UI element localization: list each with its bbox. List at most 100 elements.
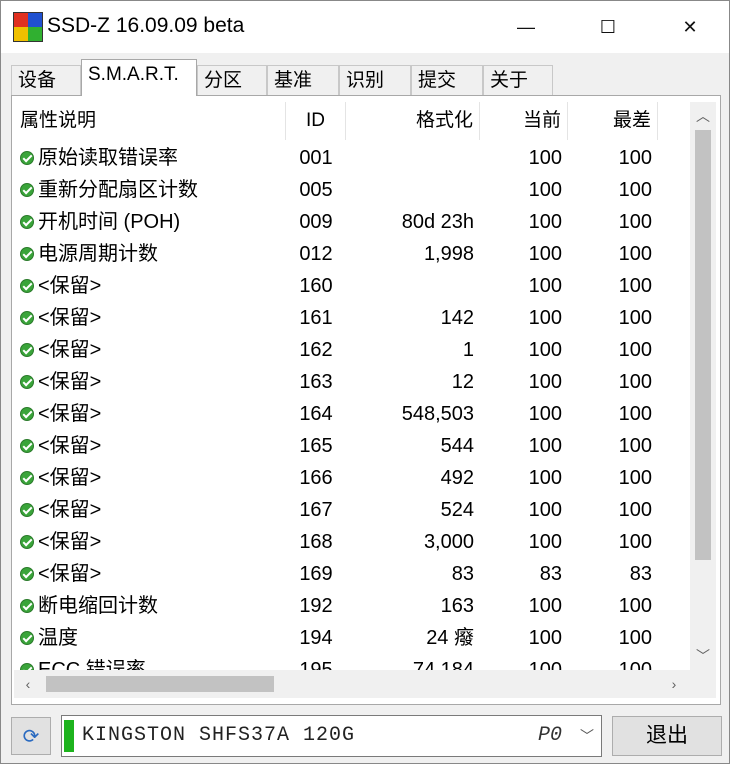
attribute-formatted-cell: 80d 23h [401,211,474,233]
attribute-current-cell: 100 [528,307,562,329]
attribute-name-cell: <保留> [38,307,102,329]
attribute-id-cell: 192 [299,595,333,617]
table-row[interactable]: <保留> 164 548,503 100 100 [14,398,689,430]
horizontal-scrollbar[interactable]: ‹ › [14,670,690,698]
attribute-name-cell: <保留> [38,403,102,425]
close-button[interactable]: ✕ [661,1,719,53]
tab-about[interactable]: 关于 [483,65,553,95]
vertical-scrollbar[interactable]: ︿ ﹀ [690,102,716,670]
attribute-worst-cell: 100 [618,499,652,521]
column-header-formatted[interactable]: 格式化 [346,102,480,140]
table-row[interactable]: <保留> 167 524 100 100 [14,494,689,526]
attribute-worst-cell: 100 [618,371,652,393]
status-ok-icon [20,471,34,485]
attribute-id-cell: 009 [299,211,333,233]
status-ok-icon [20,343,34,357]
table-row[interactable]: 断电缩回计数 192 163 100 100 [14,590,689,622]
attribute-current-cell: 100 [528,499,562,521]
attribute-name-cell: <保留> [38,371,102,393]
status-ok-icon [20,407,34,421]
tab-identify[interactable]: 识别 [339,65,411,95]
table-row[interactable]: 重新分配扇区计数 005 100 100 [14,174,689,206]
status-ok-icon [20,503,34,517]
table-row[interactable]: <保留> 168 3,000 100 100 [14,526,689,558]
table-row[interactable]: <保留> 165 544 100 100 [14,430,689,462]
close-icon: ✕ [682,16,698,37]
list-header: 属性说明 ID 格式化 当前 最差 [14,102,689,142]
drive-selector[interactable]: KINGSTON SHFS37A 120G P0 ﹀ [61,715,602,757]
attribute-id-cell: 168 [299,531,333,553]
attribute-id-cell: 166 [299,467,333,489]
attribute-worst-cell: 100 [618,531,652,553]
status-ok-icon [20,663,34,670]
app-window: SSD-Z 16.09.09 beta — ☐ ✕ 设备 S.M.A.R.T. … [0,0,730,764]
table-row[interactable]: <保留> 160 100 100 [14,270,689,302]
attribute-name-cell: 电源周期计数 [38,243,158,265]
smart-attributes-list[interactable]: 属性说明 ID 格式化 当前 最差 原始读取错误率 001 100 100 重新分配扇区… [14,102,716,700]
attribute-worst-cell: 100 [618,243,652,265]
attribute-formatted-cell [346,270,474,302]
attribute-current-cell: 100 [528,147,562,169]
column-header-worst[interactable]: 最差 [568,102,658,140]
status-ok-icon [20,375,34,389]
attribute-current-cell: 100 [528,659,562,670]
attribute-id-cell: 194 [299,627,333,649]
attribute-current-cell: 100 [528,595,562,617]
attribute-name-cell: <保留> [38,339,102,361]
tab-submit[interactable]: 提交 [411,65,483,95]
column-header-current[interactable]: 当前 [480,102,568,140]
status-ok-icon [20,215,34,229]
attribute-worst-cell: 100 [618,179,652,201]
table-row[interactable]: <保留> 166 492 100 100 [14,462,689,494]
attribute-current-cell: 100 [528,435,562,457]
vertical-scroll-thumb[interactable] [695,130,711,560]
status-ok-icon [20,151,34,165]
tab-smart[interactable]: S.M.A.R.T. [81,59,197,96]
scroll-left-icon[interactable]: ‹ [14,670,42,698]
table-row[interactable]: 原始读取错误率 001 100 100 [14,142,689,174]
table-row[interactable]: 温度 194 24 癈 100 100 [14,622,689,654]
horizontal-scroll-thumb[interactable] [46,676,274,692]
attribute-worst-cell: 100 [618,211,652,233]
attribute-formatted-cell: 163 [440,595,474,617]
table-row[interactable]: 电源周期计数 012 1,998 100 100 [14,238,689,270]
attribute-formatted-cell: 24 癈 [426,627,474,649]
attribute-current-cell: 83 [539,563,562,585]
attribute-name-cell: 开机时间 (POH) [38,211,181,233]
attribute-id-cell: 161 [299,307,333,329]
refresh-button[interactable]: ⟳ [11,717,51,755]
drive-name: KINGSTON SHFS37A 120G [82,724,356,747]
scroll-right-icon[interactable]: › [660,670,688,698]
chevron-down-icon: ﹀ [580,728,594,744]
status-ok-icon [20,183,34,197]
table-row[interactable]: <保留> 163 12 100 100 [14,366,689,398]
maximize-icon: ☐ [599,16,617,37]
table-row[interactable]: ECC 错误率 195 74,184 100 100 [14,654,689,670]
tab-strip: 设备 S.M.A.R.T. 分区 基准 识别 提交 关于 [11,59,711,96]
attribute-formatted-cell: 1 [462,339,474,361]
attribute-id-cell: 169 [299,563,333,585]
column-header-attribute[interactable]: 属性说明 [14,102,286,140]
minimize-icon: — [517,16,535,37]
attribute-formatted-cell: 3,000 [423,531,474,553]
minimize-button[interactable]: — [497,1,555,53]
exit-button[interactable]: 退出 [612,716,722,756]
attribute-worst-cell: 100 [618,307,652,329]
tab-partitions[interactable]: 分区 [197,65,267,95]
attribute-formatted-cell: 492 [440,467,474,489]
tab-device[interactable]: 设备 [11,65,81,95]
table-row[interactable]: 开机时间 (POH) 009 80d 23h 100 100 [14,206,689,238]
tab-benchmark[interactable]: 基准 [267,65,339,95]
scroll-down-icon[interactable]: ﹀ [690,642,716,670]
attribute-worst-cell: 100 [618,467,652,489]
table-row[interactable]: <保留> 162 1 100 100 [14,334,689,366]
scrollbar-corner [690,670,716,698]
table-row[interactable]: <保留> 161 142 100 100 [14,302,689,334]
maximize-button[interactable]: ☐ [579,1,637,53]
table-row[interactable]: <保留> 169 83 83 83 [14,558,689,590]
scroll-up-icon[interactable]: ︿ [690,102,716,130]
attribute-id-cell: 162 [299,339,333,361]
attribute-id-cell: 163 [299,371,333,393]
attribute-name-cell: 断电缩回计数 [38,595,158,617]
column-header-id[interactable]: ID [286,102,346,140]
